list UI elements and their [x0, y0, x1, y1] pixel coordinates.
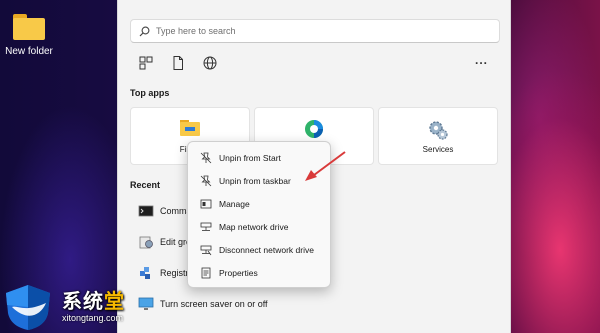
- file-explorer-icon: [179, 119, 201, 139]
- document-icon[interactable]: [170, 55, 186, 71]
- menu-item-manage[interactable]: Manage: [192, 192, 326, 215]
- shield-icon: [6, 285, 50, 330]
- unpin-icon: [200, 175, 212, 187]
- unpin-icon: [200, 152, 212, 164]
- edge-icon: [304, 119, 324, 141]
- properties-icon: [200, 267, 212, 279]
- menu-item-label: Unpin from Start: [219, 152, 281, 163]
- recent-item-screen-saver[interactable]: Turn screen saver on or off: [138, 296, 268, 312]
- menu-item-properties[interactable]: Properties: [192, 261, 326, 284]
- command-prompt-icon: [138, 203, 154, 219]
- watermark-url: xitongtang.com: [62, 313, 124, 323]
- menu-item-label: Unpin from taskbar: [219, 175, 291, 186]
- group-policy-icon: [138, 234, 154, 250]
- red-arrow-annotation: [305, 151, 346, 181]
- search-box[interactable]: Type here to search: [130, 19, 500, 43]
- disconnect-drive-icon: [200, 244, 212, 256]
- recent-heading: Recent: [130, 180, 161, 190]
- map-drive-icon: [200, 221, 212, 233]
- recent-item-label: Turn screen saver on or off: [160, 299, 268, 309]
- services-icon: [427, 119, 449, 143]
- tile-services[interactable]: Services: [378, 107, 498, 165]
- globe-icon[interactable]: [202, 55, 218, 71]
- desktop-icon-label: New folder: [5, 46, 53, 57]
- registry-icon: [138, 265, 154, 281]
- folder-icon: [13, 14, 45, 40]
- menu-item-label: Manage: [219, 198, 250, 209]
- watermark-brand: 系统堂: [62, 289, 125, 313]
- more-options-button[interactable]: ...: [475, 53, 488, 67]
- menu-item-label: Disconnect network drive: [219, 244, 314, 255]
- recent-item-registry[interactable]: Registry: [138, 265, 193, 281]
- search-placeholder: Type here to search: [156, 26, 236, 36]
- recent-item-group-policy[interactable]: Edit gro: [138, 234, 191, 250]
- top-apps-heading: Top apps: [130, 88, 170, 98]
- quick-filter-bar: [138, 55, 218, 71]
- recent-item-command-prompt[interactable]: Comma: [138, 203, 192, 219]
- menu-item-label: Properties: [219, 267, 258, 278]
- manage-icon: [200, 198, 212, 210]
- menu-item-label: Map network drive: [219, 221, 289, 232]
- desktop-icon-new-folder[interactable]: New folder: [4, 14, 54, 57]
- search-icon: [139, 26, 150, 36]
- watermark-logo: 系统堂 xitongtang.com: [2, 283, 154, 331]
- apps-icon[interactable]: [138, 55, 154, 71]
- tile-label: Services: [422, 145, 454, 154]
- menu-item-map-network-drive[interactable]: Map network drive: [192, 215, 326, 238]
- menu-item-disconnect-network-drive[interactable]: Disconnect network drive: [192, 238, 326, 261]
